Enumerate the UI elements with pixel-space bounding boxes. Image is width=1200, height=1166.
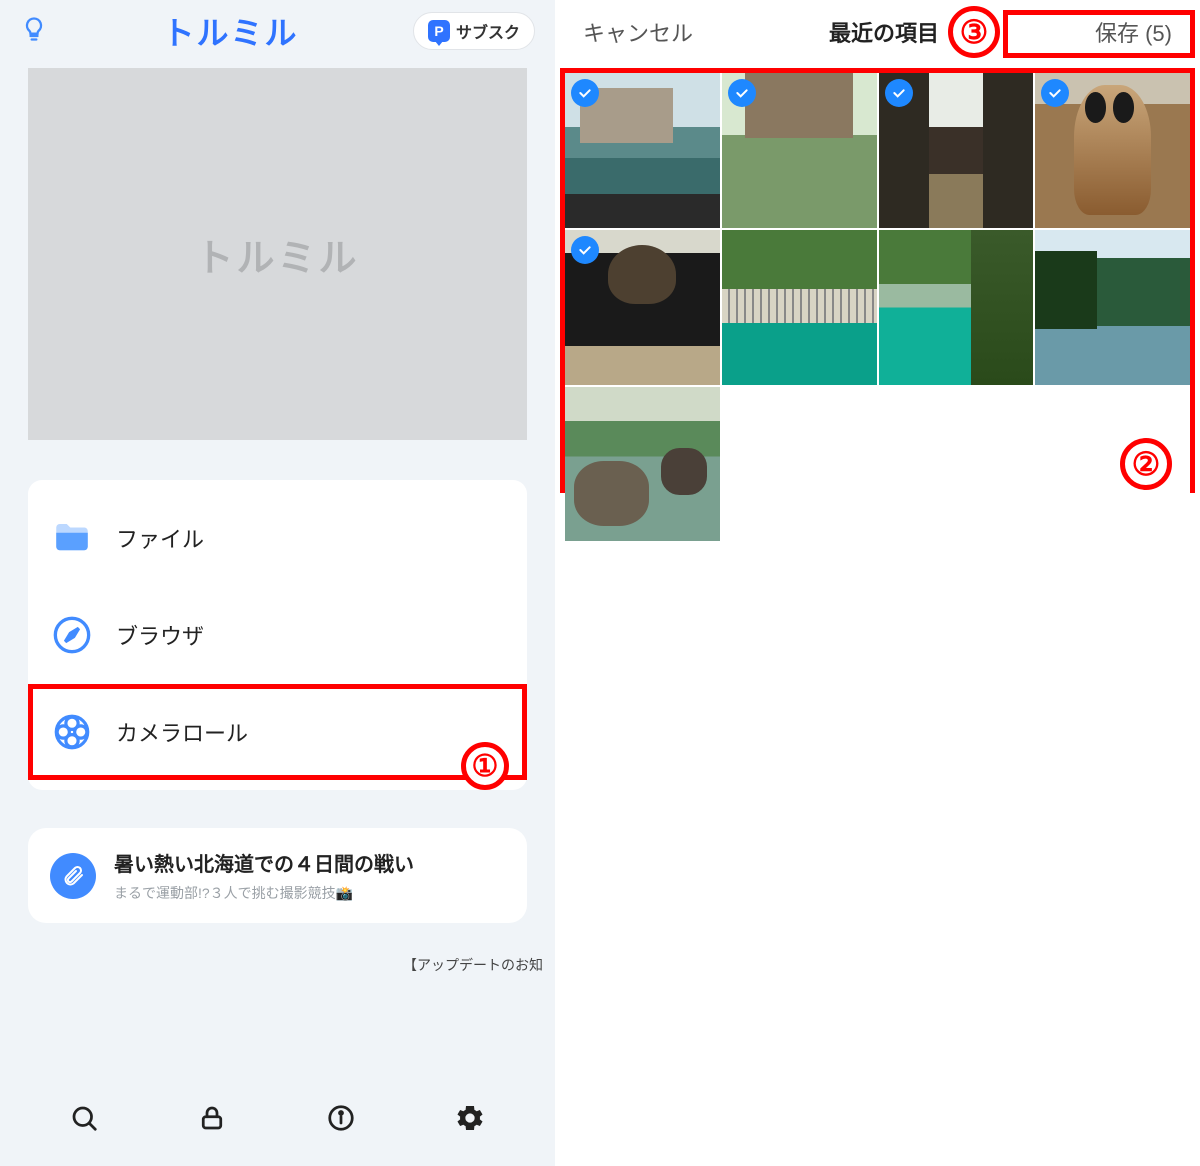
subscribe-button[interactable]: P サブスク [413,12,535,50]
tips-icon[interactable] [20,15,48,48]
picker-bar: キャンセル 最近の項目 ▼ 保存 (5) [555,0,1200,64]
cancel-button[interactable]: キャンセル [583,16,693,48]
menu-item-browser[interactable]: ブラウザ [28,586,527,683]
annotation-badge-2: ② [1120,438,1172,490]
article-card[interactable]: 暑い熱い北海道での４日間の戦い まるで運動部!?３人で挑む撮影競技📸 [28,828,527,923]
selected-check-icon [728,79,756,107]
annotation-badge-3: ③ [948,6,1000,58]
attachment-icon [50,853,96,899]
article-subtitle: まるで運動部!?３人で挑む撮影競技📸 [114,883,414,903]
annotation-highlight-2: ② [560,68,1195,493]
menu-item-file[interactable]: ファイル [28,490,527,586]
settings-icon[interactable] [454,1102,486,1139]
photos-icon [50,710,94,754]
selected-check-icon [885,79,913,107]
info-icon[interactable] [326,1103,356,1138]
photo-thumb[interactable] [565,73,720,228]
compass-icon [50,613,94,657]
menu-item-camera-roll[interactable]: カメラロール ① [28,683,527,780]
menu-label: ブラウザ [116,619,204,651]
search-icon[interactable] [69,1103,99,1138]
photo-grid [565,73,1190,541]
bottom-nav [0,1074,555,1166]
annotation-highlight-1 [28,684,527,780]
app-home-screen: トルミル P サブスク トルミル ファイル ブラウザ カメラロール ① [0,0,555,1166]
photo-thumb[interactable] [879,73,1034,228]
update-notice: 【アップデートのお知 [0,923,555,975]
article-title: 暑い熱い北海道での４日間の戦い [114,848,414,877]
hero-text: トルミル [195,227,359,282]
menu-label: ファイル [116,522,204,554]
save-button[interactable]: 保存 (5) [1095,16,1172,48]
photo-thumb[interactable] [1035,230,1190,385]
photo-thumb[interactable] [722,230,877,385]
hero-placeholder: トルミル [28,68,527,440]
photo-thumb[interactable] [1035,73,1190,228]
photo-thumb[interactable] [879,230,1034,385]
album-selector[interactable]: 最近の項目 ▼ [829,16,959,48]
source-menu: ファイル ブラウザ カメラロール ① [28,480,527,790]
photo-thumb[interactable] [565,230,720,385]
app-title: トルミル [162,8,298,54]
article-text: 暑い熱い北海道での４日間の戦い まるで運動部!?３人で挑む撮影競技📸 [114,848,414,903]
photo-thumb[interactable] [565,387,720,542]
subscribe-label: サブスク [456,19,520,43]
selected-check-icon [571,79,599,107]
album-title: 最近の項目 [829,16,939,48]
selected-check-icon [571,236,599,264]
annotation-badge-1: ① [461,742,509,790]
bookmark-icon: P [428,20,450,42]
folder-icon [50,516,94,560]
lock-icon[interactable] [197,1103,227,1138]
menu-label: カメラロール [116,716,248,748]
photo-picker-screen: キャンセル 最近の項目 ▼ 保存 (5) ③ ② [555,0,1200,1166]
top-bar: トルミル P サブスク [0,0,555,62]
photo-thumb[interactable] [722,73,877,228]
